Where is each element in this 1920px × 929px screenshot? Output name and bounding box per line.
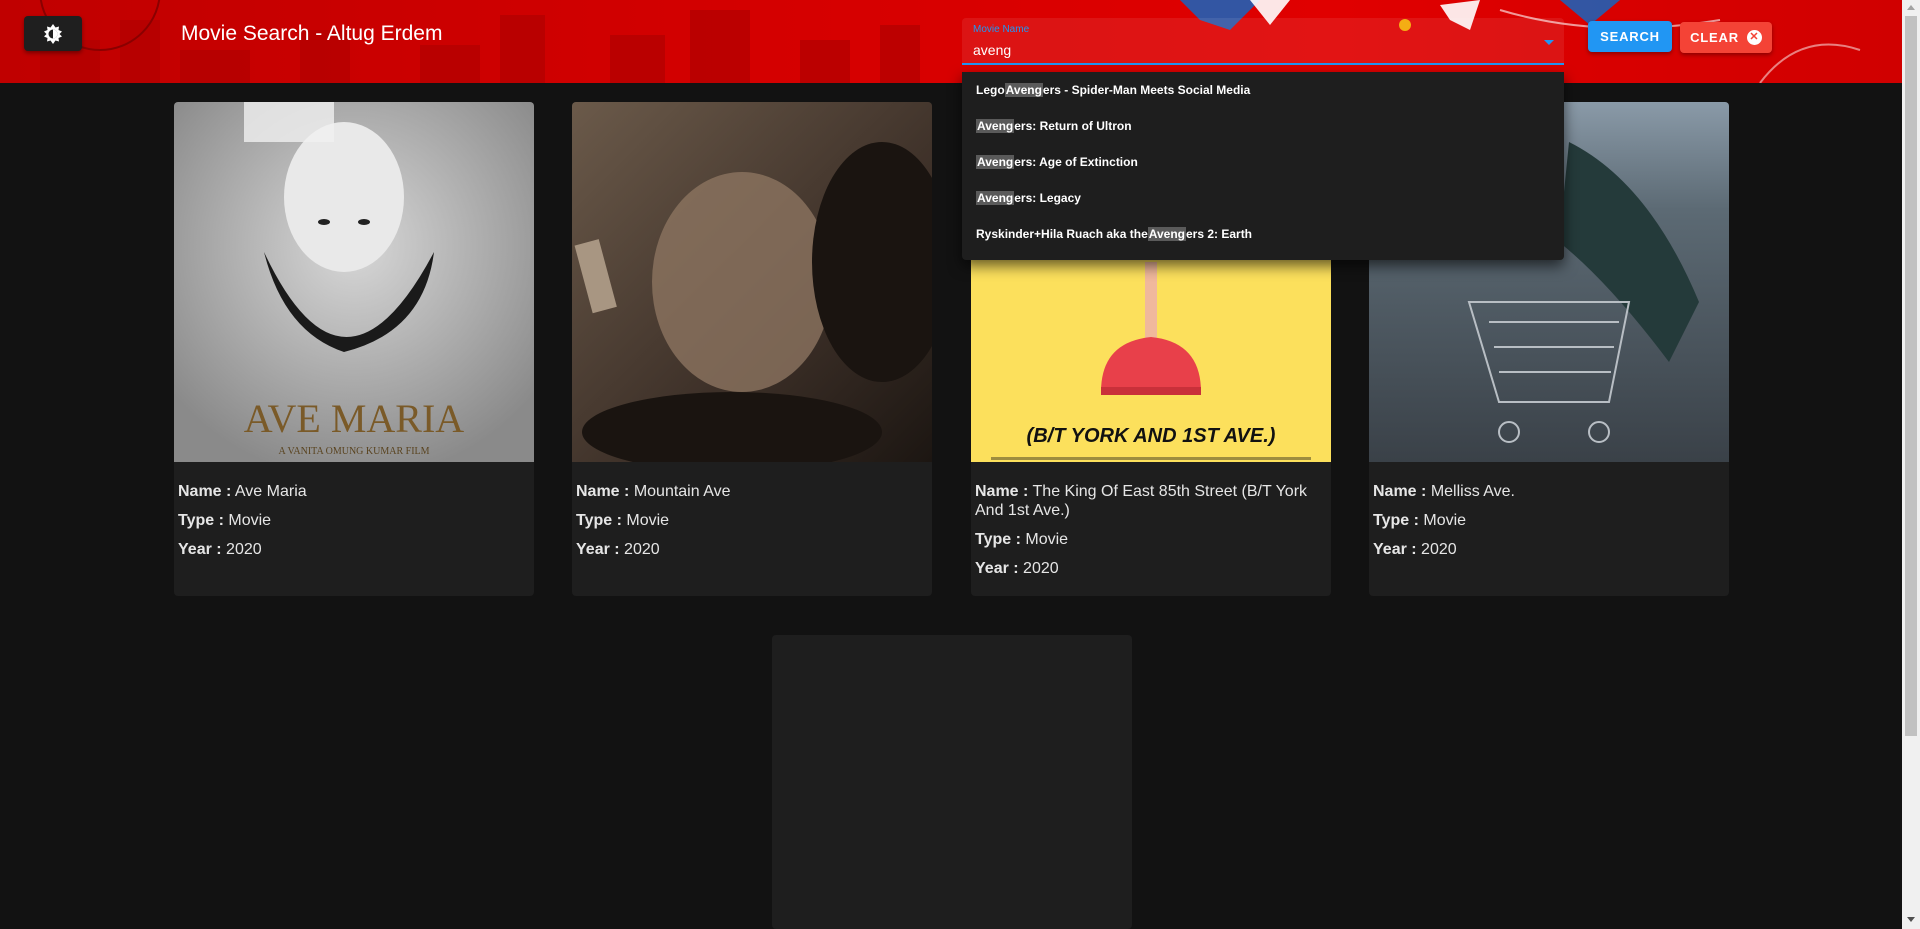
suggestion-item[interactable]: Aveng ers: Return of Ultron bbox=[962, 108, 1564, 144]
movie-type: Movie bbox=[1025, 531, 1069, 548]
suggestion-item[interactable]: Aveng ers: Age of Extinction bbox=[962, 144, 1564, 180]
movie-card[interactable]: AVE MARIA A VANITA OMUNG KUMAR FILM Name… bbox=[174, 102, 534, 596]
clear-button-label: CLEAR bbox=[1690, 30, 1739, 45]
name-label: Name : bbox=[1373, 483, 1427, 500]
poster-title: AVE MARIA bbox=[244, 396, 465, 441]
type-label: Type : bbox=[178, 512, 224, 529]
movie-name-input[interactable] bbox=[973, 42, 1533, 58]
search-button[interactable]: SEARCH bbox=[1588, 21, 1672, 52]
theme-toggle-button[interactable] bbox=[24, 16, 82, 51]
movie-year: 2020 bbox=[1421, 541, 1457, 558]
movie-year: 2020 bbox=[226, 541, 262, 558]
movie-type: Movie bbox=[228, 512, 272, 529]
scroll-down-arrow-icon[interactable] bbox=[1907, 917, 1915, 922]
year-label: Year : bbox=[178, 541, 222, 558]
movie-info: Name : Ave Maria Type : Movie Year : 202… bbox=[174, 462, 534, 559]
close-circle-icon: ✕ bbox=[1746, 30, 1762, 45]
year-label: Year : bbox=[1373, 541, 1417, 558]
name-label: Name : bbox=[178, 483, 232, 500]
type-label: Type : bbox=[576, 512, 622, 529]
year-label: Year : bbox=[576, 541, 620, 558]
results-grid: AVE MARIA A VANITA OMUNG KUMAR FILM Name… bbox=[0, 83, 1902, 929]
movie-info: Name : Mountain Ave Type : Movie Year : … bbox=[572, 462, 932, 559]
type-label: Type : bbox=[1373, 512, 1419, 529]
movie-name-field[interactable]: Movie Name bbox=[962, 18, 1564, 65]
year-label: Year : bbox=[975, 560, 1019, 577]
movie-type: Movie bbox=[1423, 512, 1467, 529]
page-scrollbar[interactable] bbox=[1902, 0, 1920, 929]
clear-button[interactable]: CLEAR ✕ bbox=[1680, 22, 1772, 53]
suggestion-item[interactable]: Lego Aveng ers - Spider-Man Meets Social … bbox=[962, 72, 1564, 108]
movie-type: Movie bbox=[626, 512, 670, 529]
movie-name: Mountain Ave bbox=[633, 483, 731, 500]
brightness-icon bbox=[44, 23, 62, 44]
movie-name-label: Movie Name bbox=[973, 24, 1030, 35]
movie-name: Melliss Ave. bbox=[1430, 483, 1515, 500]
movie-info: Name : Melliss Ave. Type : Movie Year : … bbox=[1369, 462, 1729, 559]
scroll-up-arrow-icon[interactable] bbox=[1907, 5, 1915, 10]
poster-title: (B/T YORK AND 1ST AVE.) bbox=[1027, 425, 1276, 447]
suggestions-dropdown: Lego Aveng ers - Spider-Man Meets Social … bbox=[962, 72, 1564, 260]
movie-info: Name : The King Of East 85th Street (B/T… bbox=[971, 462, 1331, 578]
movie-poster: AVE MARIA A VANITA OMUNG KUMAR FILM bbox=[174, 102, 534, 462]
name-label: Name : bbox=[576, 483, 630, 500]
suggestion-item[interactable]: Aveng ers: Legacy bbox=[962, 180, 1564, 216]
name-label: Name : bbox=[975, 483, 1029, 500]
dropdown-caret-icon[interactable] bbox=[1544, 40, 1554, 45]
movie-name: Ave Maria bbox=[234, 483, 307, 500]
app-bar: Movie Search - Altug Erdem Movie Name SE… bbox=[0, 0, 1902, 83]
movie-year: 2020 bbox=[1023, 560, 1059, 577]
suggestion-item[interactable]: Ryskinder+Hila Ruach aka the Aveng ers 2:… bbox=[962, 216, 1564, 252]
movie-year: 2020 bbox=[624, 541, 660, 558]
scroll-thumb[interactable] bbox=[1905, 16, 1917, 736]
movie-card[interactable]: Name : Mountain Ave Type : Movie Year : … bbox=[572, 102, 932, 596]
page-title: Movie Search - Altug Erdem bbox=[181, 22, 443, 45]
type-label: Type : bbox=[975, 531, 1021, 548]
movie-card-loading bbox=[772, 635, 1132, 929]
poster-subtitle: A VANITA OMUNG KUMAR FILM bbox=[278, 446, 429, 457]
movie-poster bbox=[572, 102, 932, 462]
